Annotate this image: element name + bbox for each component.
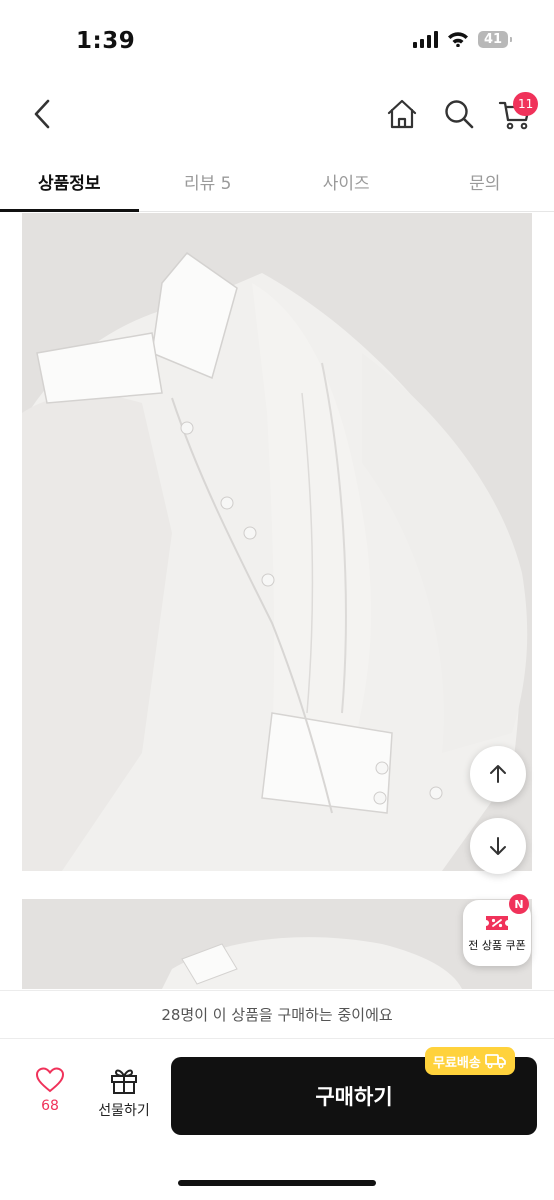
tab-reviews[interactable]: 리뷰 5 [139, 152, 278, 211]
home-icon [387, 99, 417, 129]
tab-bar: 상품정보 리뷰 5 사이즈 문의 [0, 152, 554, 212]
chevron-left-icon [34, 99, 50, 129]
status-bar: 1:39 41 [0, 0, 554, 80]
scroll-up-button[interactable] [470, 746, 526, 802]
free-shipping-label: 무료배송 [433, 1055, 481, 1071]
tab-product-info[interactable]: 상품정보 [0, 152, 139, 212]
new-badge: N [509, 894, 529, 914]
free-shipping-badge: 무료배송 [425, 1047, 515, 1075]
like-button[interactable]: 68 [22, 1067, 78, 1131]
search-button[interactable] [441, 96, 477, 132]
arrow-up-icon [490, 765, 506, 783]
scroll-down-button[interactable] [470, 818, 526, 874]
back-button[interactable] [24, 94, 60, 134]
purchase-activity-banner: 28명이 이 상품을 구매하는 중이에요 [0, 990, 554, 1038]
tab-size[interactable]: 사이즈 [277, 152, 416, 211]
cart-count-badge: 11 [513, 92, 539, 116]
home-indicator [178, 1180, 376, 1186]
all-products-coupon-button[interactable]: 전 상품 쿠폰 N [463, 894, 531, 966]
arrow-down-icon [490, 837, 506, 855]
truck-icon [484, 1054, 506, 1069]
wifi-icon [448, 32, 468, 47]
search-icon [445, 100, 474, 129]
signal-icon [413, 30, 438, 48]
status-time: 1:39 [76, 28, 136, 54]
like-count: 68 [41, 1098, 59, 1114]
tab-inquiry[interactable]: 문의 [416, 152, 554, 211]
status-icons: 41 [413, 30, 512, 48]
coupon-icon [486, 916, 508, 930]
gift-label: 선물하기 [98, 1103, 150, 1119]
product-photo [22, 899, 532, 989]
battery-level: 41 [483, 31, 503, 47]
coupon-label: 전 상품 쿠폰 [468, 939, 526, 952]
battery-icon: 41 [478, 30, 512, 48]
gift-button[interactable]: 선물하기 [90, 1067, 158, 1131]
product-photo [22, 213, 532, 871]
home-button[interactable] [384, 96, 420, 132]
gift-icon [111, 1069, 137, 1094]
heart-icon [36, 1067, 64, 1093]
nav-bar [0, 80, 554, 152]
